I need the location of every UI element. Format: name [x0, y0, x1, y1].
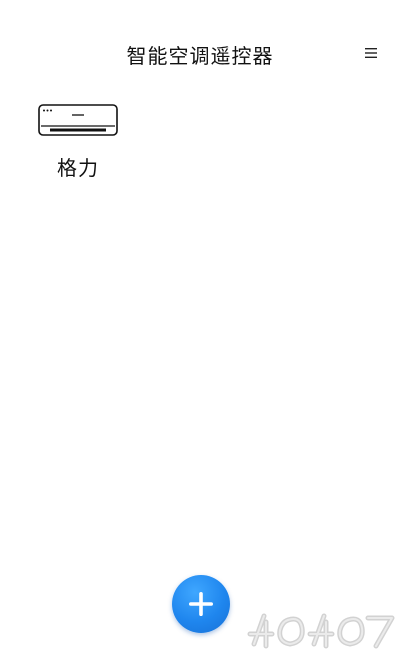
- plus-icon: [189, 592, 213, 616]
- air-conditioner-icon: [38, 104, 118, 136]
- add-device-button[interactable]: [172, 575, 230, 633]
- app-screen: 智能空调遥控器 格力: [0, 0, 400, 660]
- hamburger-menu-icon: [365, 48, 377, 58]
- device-item-gree[interactable]: 格力: [30, 100, 126, 186]
- header: 智能空调遥控器: [0, 0, 400, 110]
- menu-button[interactable]: [360, 42, 382, 64]
- site-watermark-logo: [247, 613, 395, 649]
- page-title: 智能空调遥控器: [126, 44, 274, 68]
- device-label: 格力: [57, 156, 99, 180]
